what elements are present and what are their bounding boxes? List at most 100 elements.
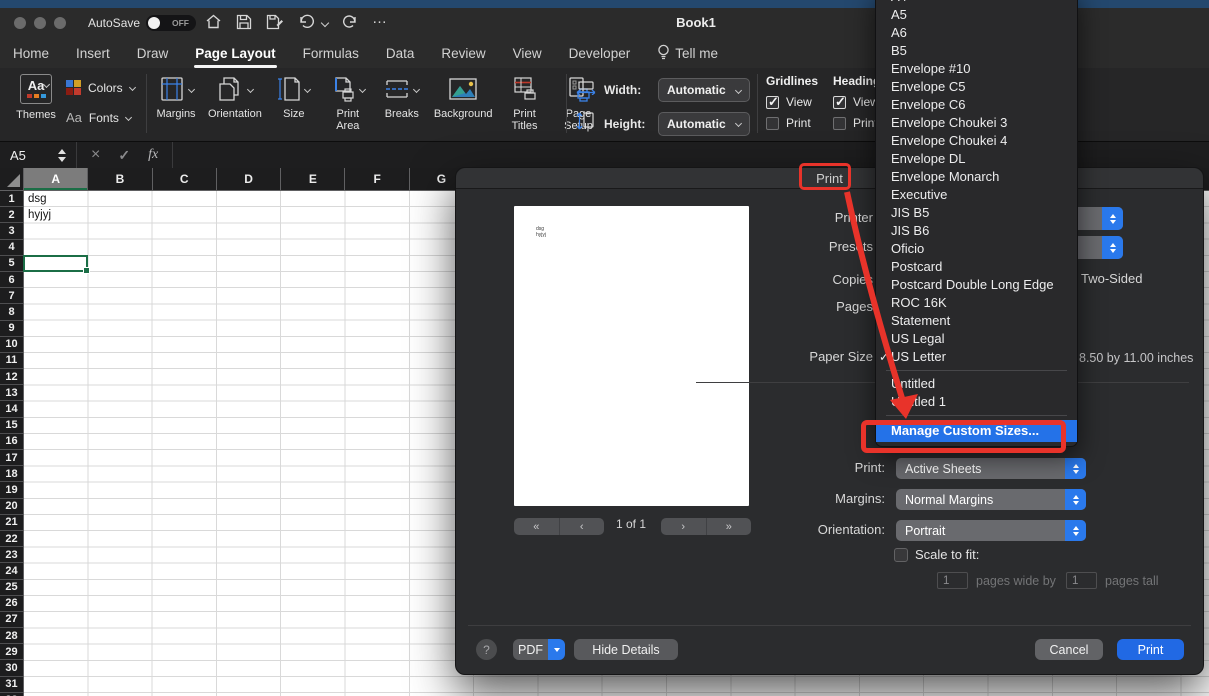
pages-tall-field[interactable]: 1 [1066, 572, 1097, 589]
previous-page-button[interactable]: ‹ [558, 518, 605, 535]
menu-item-envelope-choukei-3[interactable]: Envelope Choukei 3 [876, 114, 1077, 132]
print-what-dropdown[interactable]: Active Sheets [896, 458, 1086, 479]
row-header-3[interactable]: 3 [0, 223, 23, 240]
menu-item-envelope-dl[interactable]: Envelope DL [876, 150, 1077, 168]
menu-item-manage-custom-sizes[interactable]: Manage Custom Sizes... [876, 420, 1077, 442]
confirm-entry-icon[interactable]: ✓ [118, 147, 130, 164]
row-header-25[interactable]: 25 [0, 580, 23, 596]
more-toolbar-options-icon[interactable]: … [372, 10, 388, 27]
row-header-18[interactable]: 18 [0, 466, 23, 483]
row-header-29[interactable]: 29 [0, 644, 23, 661]
row-header-21[interactable]: 21 [0, 515, 23, 531]
undo-menu-chevron-icon[interactable] [320, 18, 330, 28]
row-header-10[interactable]: 10 [0, 337, 23, 353]
tab-draw[interactable]: Draw [136, 41, 170, 66]
zoom-window-button[interactable] [54, 17, 66, 29]
gridlines-print-checkbox[interactable]: Print [766, 116, 818, 130]
row-header-6[interactable]: 6 [0, 272, 23, 289]
row-header-12[interactable]: 12 [0, 369, 23, 386]
column-header-d[interactable]: D [217, 168, 282, 190]
row-header-27[interactable]: 27 [0, 612, 23, 629]
row-header-13[interactable]: 13 [0, 385, 23, 402]
column-header-c[interactable]: C [153, 168, 217, 190]
row-header-28[interactable]: 28 [0, 628, 23, 645]
hide-details-button[interactable]: Hide Details [574, 639, 678, 660]
orientation-dropdown[interactable]: Portrait [896, 520, 1086, 541]
first-page-button[interactable]: « [514, 518, 559, 535]
row-header-8[interactable]: 8 [0, 304, 23, 321]
help-button[interactable]: ? [476, 639, 497, 660]
menu-item-oficio[interactable]: Oficio [876, 240, 1077, 258]
row-header-31[interactable]: 31 [0, 677, 23, 693]
row-header-4[interactable]: 4 [0, 240, 23, 256]
menu-item-untitled-1[interactable]: Untitled 1 [876, 393, 1077, 411]
row-header-26[interactable]: 26 [0, 596, 23, 612]
save-as-icon[interactable] [266, 14, 284, 30]
colors-button[interactable]: Colors [66, 80, 136, 95]
row-header-19[interactable]: 19 [0, 482, 23, 499]
home-icon[interactable] [205, 13, 222, 30]
row-header-1[interactable]: 1 [0, 191, 23, 208]
column-header-f[interactable]: F [345, 168, 410, 190]
orientation-button[interactable]: Orientation [208, 73, 262, 132]
menu-item-a5[interactable]: A5 [876, 6, 1077, 24]
tab-review[interactable]: Review [440, 41, 486, 66]
menu-item-untitled[interactable]: Untitled [876, 375, 1077, 393]
tab-insert[interactable]: Insert [75, 41, 111, 66]
row-header-9[interactable]: 9 [0, 321, 23, 337]
menu-item-statement[interactable]: Statement [876, 312, 1077, 330]
menu-item-envelope-c5[interactable]: Envelope C5 [876, 78, 1077, 96]
pdf-button[interactable]: PDF [513, 639, 565, 660]
autosave-toggle[interactable]: OFF [146, 15, 196, 31]
menu-item-jis-b6[interactable]: JIS B6 [876, 222, 1077, 240]
themes-button[interactable]: Aa Themes [10, 74, 62, 121]
print-area-button[interactable]: Print Area [326, 73, 370, 132]
row-header-2[interactable]: 2 [0, 207, 23, 224]
tab-view[interactable]: View [512, 41, 543, 66]
row-header-17[interactable]: 17 [0, 450, 23, 467]
tab-home[interactable]: Home [12, 41, 50, 66]
pages-wide-field[interactable]: 1 [937, 572, 968, 589]
row-header-5[interactable]: 5 [0, 256, 23, 272]
menu-item-a6[interactable]: A6 [876, 24, 1077, 42]
menu-item-executive[interactable]: Executive [876, 186, 1077, 204]
name-box[interactable]: A5 [0, 148, 58, 163]
select-all-corner[interactable] [0, 168, 24, 191]
selected-cell-outline[interactable] [23, 254, 91, 274]
gridlines-view-checkbox[interactable]: View [766, 94, 818, 110]
height-dropdown[interactable]: Automatic [658, 111, 750, 136]
menu-item-b5[interactable]: B5 [876, 42, 1077, 60]
minimize-window-button[interactable] [34, 17, 46, 29]
save-icon[interactable] [236, 14, 252, 30]
menu-item-postcard[interactable]: Postcard [876, 258, 1077, 276]
row-header-20[interactable]: 20 [0, 499, 23, 515]
close-window-button[interactable] [14, 17, 26, 29]
fonts-button[interactable]: Aa Fonts [66, 110, 132, 125]
insert-function-icon[interactable]: fx [148, 147, 158, 163]
menu-item-roc-16k[interactable]: ROC 16K [876, 294, 1077, 312]
column-header-b[interactable]: B [88, 168, 153, 190]
background-button[interactable]: Background [434, 73, 493, 132]
next-page-button[interactable]: › [661, 518, 706, 535]
margins-dropdown[interactable]: Normal Margins [896, 489, 1086, 510]
row-header-15[interactable]: 15 [0, 418, 23, 434]
row-header-7[interactable]: 7 [0, 288, 23, 305]
tab-data[interactable]: Data [385, 41, 416, 66]
menu-item-jis-b5[interactable]: JIS B5 [876, 204, 1077, 222]
menu-item-us-legal[interactable]: US Legal [876, 330, 1077, 348]
dialog-titlebar[interactable]: Print [456, 168, 1203, 189]
fill-handle[interactable] [83, 266, 91, 274]
menu-item-envelope-choukei-4[interactable]: Envelope Choukei 4 [876, 132, 1077, 150]
redo-icon[interactable] [342, 14, 358, 30]
row-header-11[interactable]: 11 [0, 353, 23, 370]
menu-item-envelope-c6[interactable]: Envelope C6 [876, 96, 1077, 114]
menu-item-envelope-monarch[interactable]: Envelope Monarch [876, 168, 1077, 186]
menu-item-us-letter[interactable]: ✓ US Letter [876, 348, 1077, 366]
print-titles-button[interactable]: Print Titles [503, 73, 547, 132]
menu-item-postcard-double-long-edge[interactable]: Postcard Double Long Edge [876, 276, 1077, 294]
row-header-22[interactable]: 22 [0, 531, 23, 548]
row-header-16[interactable]: 16 [0, 434, 23, 450]
breaks-button[interactable]: Breaks [380, 73, 424, 132]
column-header-e[interactable]: E [281, 168, 346, 190]
size-button[interactable]: Size [272, 73, 316, 132]
